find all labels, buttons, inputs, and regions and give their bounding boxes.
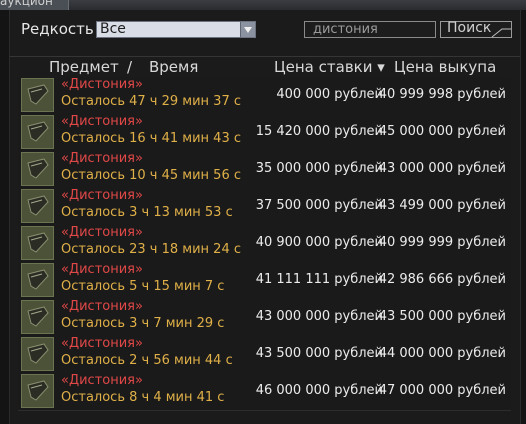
bid-price: 400 000 рублей [276,87,383,102]
item-thumbnail [21,226,54,260]
table-row[interactable]: «Дистония» Осталось 5 ч 15 мин 7 с 41 11… [18,262,511,300]
rarity-label: Редкость [21,20,94,38]
table-row[interactable]: «Дистония» Осталось 8 ч 4 мин 41 с 46 00… [18,373,511,411]
bid-price: 15 420 000 рублей [255,124,383,139]
table-row[interactable]: «Дистония» Осталось 3 ч 7 мин 29 с 43 00… [18,299,511,337]
corner-decoration-icon [491,28,511,38]
header-bid-label: Цена ставки [274,58,373,76]
buyout-price: 40 999 998 рублей [378,87,506,102]
time-left: Осталось 10 ч 45 мин 56 с [61,168,241,183]
window-titlebar: аукцион [0,0,526,10]
item-name: «Дистония» [61,262,143,277]
buyout-price: 43 500 000 рублей [378,309,506,324]
buyout-price: 43 000 000 рублей [378,161,506,176]
rarity-select[interactable]: Все [96,21,256,38]
buyout-price: 47 000 000 рублей [378,383,506,398]
buyout-price: 40 999 999 рублей [378,235,506,250]
search-button-label: Поиск [447,20,492,36]
item-thumbnail [21,337,54,371]
time-left: Осталось 2 ч 56 мин 44 с [61,353,233,368]
time-left: Осталось 23 ч 18 мин 24 с [61,242,241,257]
item-name: «Дистония» [61,373,143,388]
table-row[interactable]: «Дистония» Осталось 47 ч 29 мин 37 с 400… [18,77,511,115]
bid-price: 43 000 000 рублей [255,309,383,324]
bid-price: 40 900 000 рублей [255,235,383,250]
item-thumbnail [21,115,54,149]
item-thumbnail [21,300,54,334]
item-thumbnail [21,374,54,408]
time-left: Осталось 8 ч 4 мин 41 с [61,390,225,405]
item-name: «Дистония» [61,336,143,351]
item-name: «Дистония» [61,188,143,203]
header-buyout[interactable]: Цена выкупа [394,58,496,76]
window-tab[interactable]: аукцион [0,0,69,10]
bid-price: 43 500 000 рублей [255,346,383,361]
buyout-price: 44 000 000 рублей [378,346,506,361]
search-button[interactable]: Поиск [440,20,512,38]
time-left: Осталось 5 ч 15 мин 7 с [61,279,225,294]
window-title: аукцион [0,0,53,8]
sort-desc-icon: ▾ [377,58,385,76]
item-thumbnail [21,152,54,186]
buyout-price: 43 499 000 рублей [378,198,506,213]
item-name: «Дистония» [61,77,143,92]
item-name: «Дистония» [61,151,143,166]
table-header: Предмет / Время Цена ставки ▾ Цена выкуп… [10,56,520,77]
time-left: Осталось 3 ч 7 мин 29 с [61,316,225,331]
header-time[interactable]: Время [149,58,198,76]
time-left: Осталось 16 ч 41 мин 43 с [61,131,241,146]
rarity-select-value: Все [100,21,126,37]
search-input-value: дистония [313,22,378,37]
header-bid[interactable]: Цена ставки ▾ [274,58,385,76]
item-name: «Дистония» [61,114,143,129]
table-row[interactable]: «Дистония» Осталось 10 ч 45 мин 56 с 35 … [18,151,511,189]
bid-price: 46 000 000 рублей [255,383,383,398]
item-name: «Дистония» [61,299,143,314]
item-thumbnail [21,189,54,223]
item-thumbnail [21,263,54,297]
table-row[interactable]: «Дистония» Осталось 23 ч 18 мин 24 с 40 … [18,225,511,263]
buyout-price: 42 986 666 рублей [378,272,506,287]
bid-price: 35 000 000 рублей [255,161,383,176]
buyout-price: 45 000 000 рублей [378,124,506,139]
table-row[interactable]: «Дистония» Осталось 2 ч 56 мин 44 с 43 5… [18,336,511,374]
auction-panel: Редкость Все дистония Поиск Предмет / Вр… [9,10,521,424]
chevron-down-icon[interactable] [240,22,255,37]
item-name: «Дистония» [61,225,143,240]
table-row[interactable]: «Дистония» Осталось 16 ч 41 мин 43 с 15 … [18,114,511,152]
table-row[interactable]: «Дистония» Осталось 3 ч 13 мин 53 с 37 5… [18,188,511,226]
header-item[interactable]: Предмет [49,58,119,76]
bid-price: 37 500 000 рублей [255,198,383,213]
item-thumbnail [21,78,54,112]
time-left: Осталось 47 ч 29 мин 37 с [61,94,241,109]
header-separator: / [127,58,133,76]
bid-price: 41 111 111 рублей [255,272,383,287]
time-left: Осталось 3 ч 13 мин 53 с [61,205,233,220]
filter-bar: Редкость Все дистония Поиск [10,10,520,58]
search-input[interactable]: дистония [304,21,436,38]
